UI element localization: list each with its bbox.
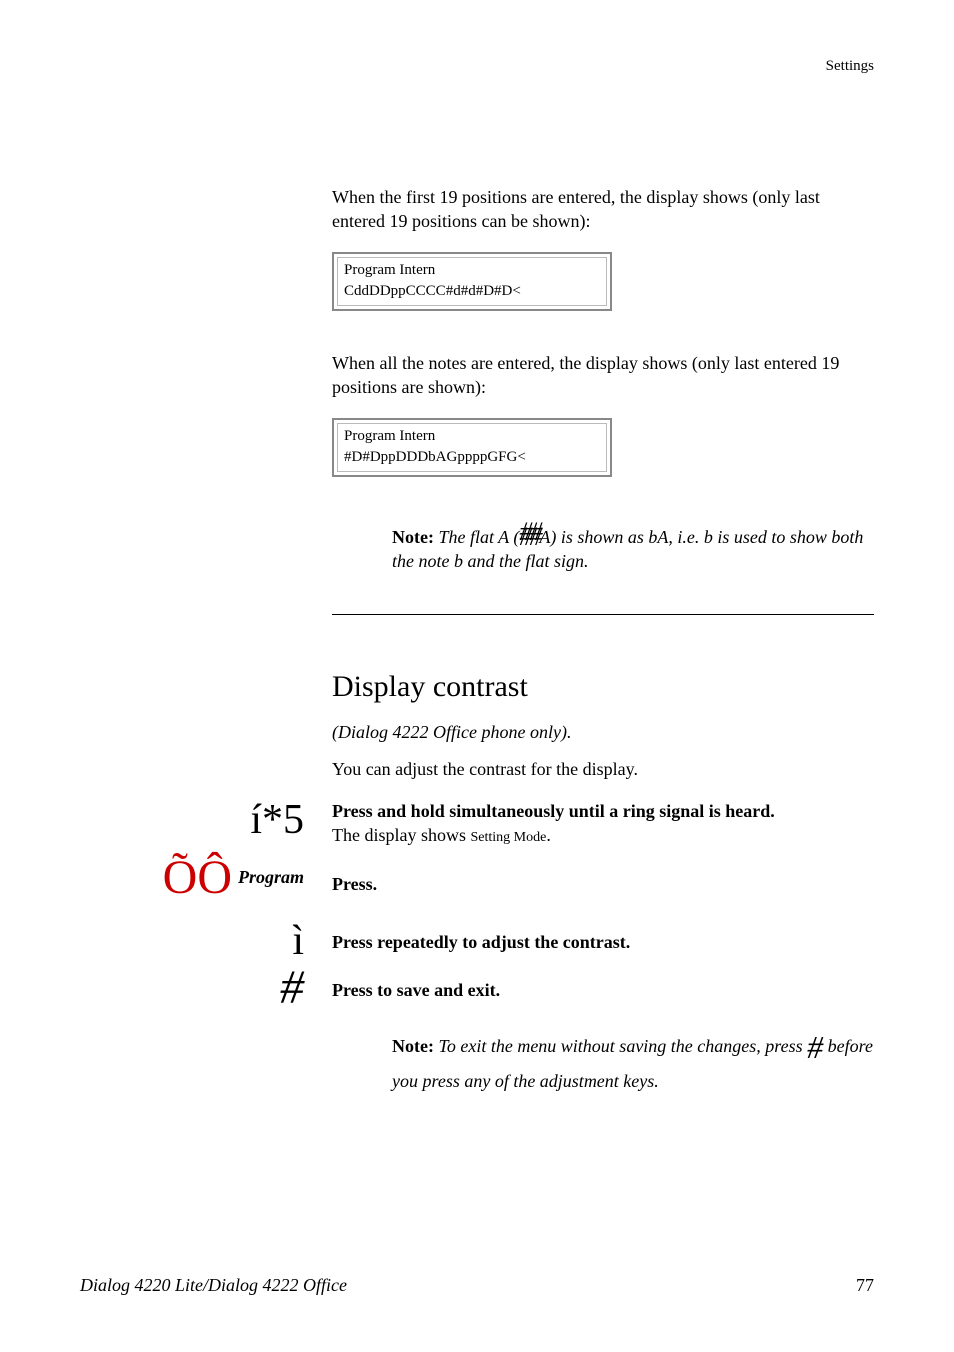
- note-flat-a: Note: The flat A (####A) is shown as bA,…: [392, 517, 874, 574]
- note-text: To exit the menu without saving the chan…: [434, 1036, 807, 1056]
- header-section-label: Settings: [80, 58, 874, 75]
- key-glyph-mute-star-5: í*5: [250, 797, 304, 843]
- step-instruction: Press.: [332, 872, 874, 896]
- intro-paragraph-2: When all the notes are entered, the disp…: [332, 351, 874, 400]
- section-heading: Display contrast: [332, 670, 874, 704]
- page-number: 77: [856, 1275, 874, 1296]
- lcd-line: CddDDppCCCC#d#d#D#D<: [344, 281, 600, 303]
- hash-key-glyph: #: [280, 961, 304, 1014]
- note-text: The flat A (: [434, 527, 519, 547]
- intro-paragraph-1: When the first 19 positions are entered,…: [332, 185, 874, 234]
- step-detail: The display shows Setting Mode.: [332, 823, 874, 848]
- page-footer: Dialog 4220 Lite/Dialog 4222 Office 77: [80, 1275, 874, 1296]
- note-label: Note:: [392, 1036, 434, 1056]
- flat-symbol-icon: ####: [519, 517, 539, 543]
- step-row-4: # Press to save and exit.: [80, 964, 874, 1012]
- step-row-1: í*5 Press and hold simultaneously until …: [80, 799, 874, 848]
- footer-title: Dialog 4220 Lite/Dialog 4222 Office: [80, 1275, 347, 1296]
- lcd-display-2: Program Intern #D#DppDDDbAGppppGFG<: [332, 418, 612, 478]
- section-intro: You can adjust the contrast for the disp…: [332, 757, 874, 781]
- setting-mode-text: Setting Mode: [471, 830, 547, 845]
- step-row-3: ì Press repeatedly to adjust the contras…: [80, 920, 874, 962]
- step-instruction: Press repeatedly to adjust the contrast.: [332, 930, 874, 954]
- lcd-line: Program Intern: [344, 260, 600, 282]
- lcd-line: Program Intern: [344, 426, 600, 448]
- step-row-2: ÕÔ Program Press.: [80, 854, 874, 902]
- lcd-display-1: Program Intern CddDDppCCCC#d#d#D#D<: [332, 252, 612, 312]
- program-key-label: Program: [238, 867, 304, 887]
- hash-key-icon: #: [807, 1029, 823, 1065]
- step-instruction: Press to save and exit.: [332, 978, 874, 1002]
- lcd-line: #D#DppDDDbAGppppGFG<: [344, 447, 600, 469]
- note-label: Note:: [392, 527, 434, 547]
- section-divider: [332, 614, 874, 615]
- section-subtitle: (Dialog 4222 Office phone only).: [332, 722, 874, 743]
- program-key-glyph: ÕÔ: [163, 851, 232, 904]
- volume-key-glyph: ì: [292, 918, 304, 964]
- step-instruction: Press and hold simultaneously until a ri…: [332, 799, 874, 823]
- note-exit-menu: Note: To exit the menu without saving th…: [392, 1026, 874, 1093]
